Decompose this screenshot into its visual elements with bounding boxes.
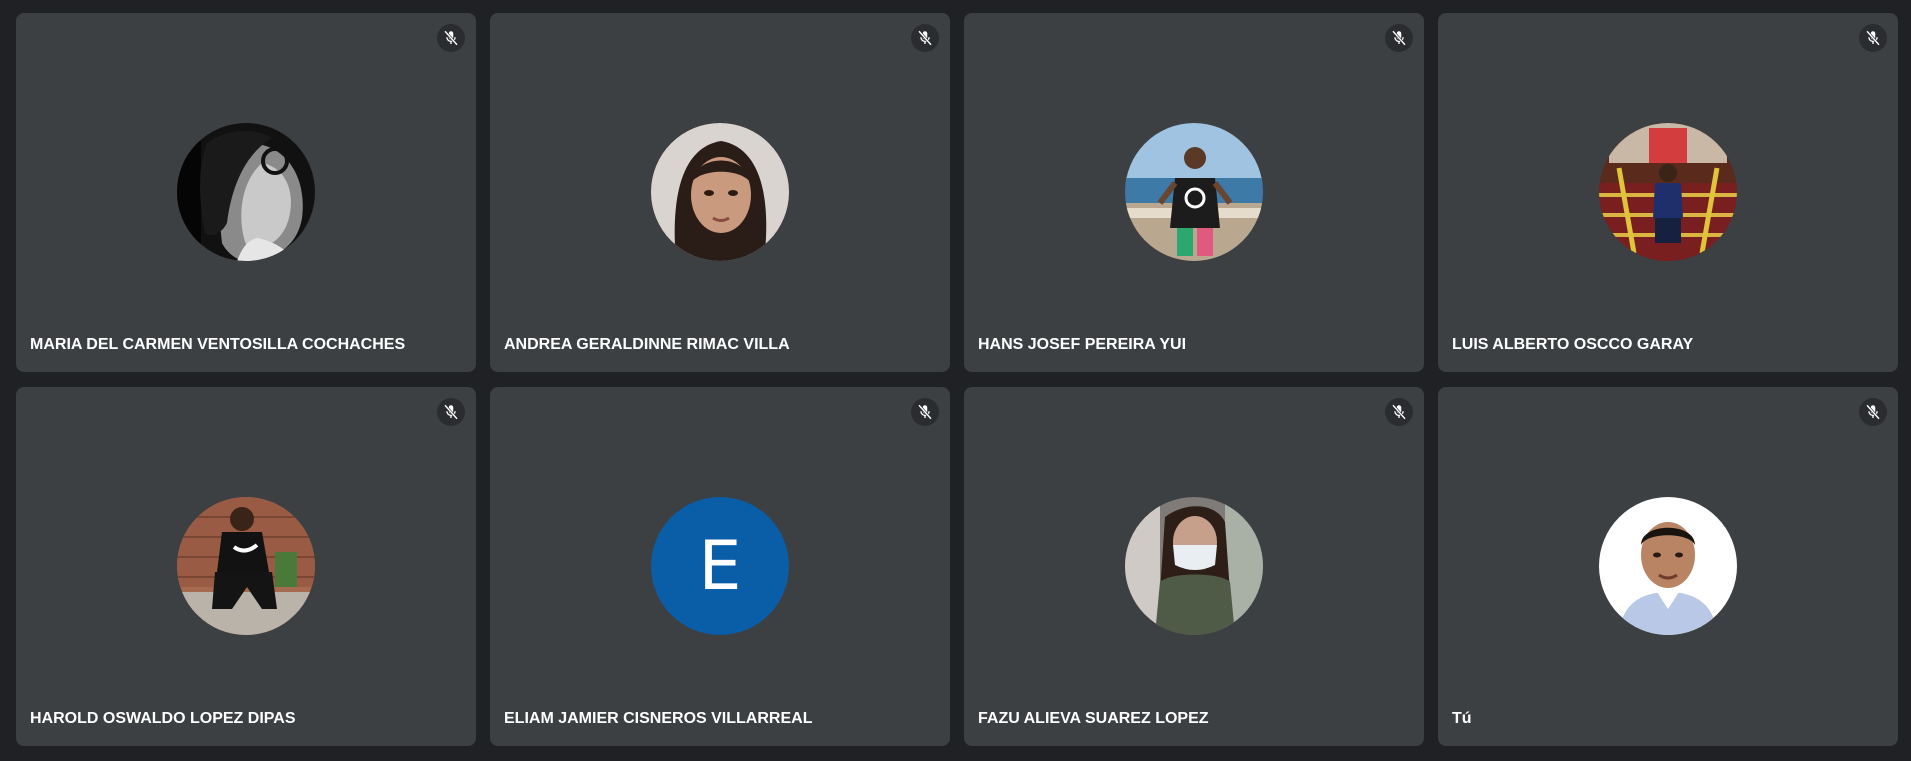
participant-tile[interactable]: HANS JOSEF PEREIRA YUI bbox=[964, 13, 1424, 372]
avatar bbox=[1599, 123, 1737, 261]
avatar bbox=[1125, 497, 1263, 635]
participant-name: ANDREA GERALDINNE RIMAC VILLA bbox=[504, 336, 790, 353]
avatar bbox=[177, 497, 315, 635]
avatar bbox=[651, 123, 789, 261]
participant-name: HANS JOSEF PEREIRA YUI bbox=[978, 336, 1187, 353]
mic-off-icon bbox=[437, 24, 465, 52]
participant-tile[interactable]: HAROLD OSWALDO LOPEZ DIPAS bbox=[16, 387, 476, 746]
participant-tile[interactable]: FAZU ALIEVA SUAREZ LOPEZ bbox=[964, 387, 1424, 746]
mic-off-icon bbox=[1385, 24, 1413, 52]
participant-name: HAROLD OSWALDO LOPEZ DIPAS bbox=[30, 710, 296, 727]
mic-off-icon bbox=[437, 398, 465, 426]
avatar bbox=[1599, 497, 1737, 635]
avatar bbox=[177, 123, 315, 261]
participant-tile[interactable]: LUIS ALBERTO OSCCO GARAY bbox=[1438, 13, 1898, 372]
avatar-initial: E bbox=[651, 497, 789, 635]
participant-name: MARIA DEL CARMEN VENTOSILLA COCHACHES bbox=[30, 336, 406, 353]
participant-grid: MARIA DEL CARMEN VENTOSILLA COCHACHES AN… bbox=[16, 13, 1899, 747]
participant-name: LUIS ALBERTO OSCCO GARAY bbox=[1452, 336, 1694, 353]
mic-off-icon bbox=[911, 24, 939, 52]
participant-name: Tú bbox=[1452, 710, 1472, 727]
participant-tile[interactable]: E ELIAM JAMIER CISNEROS VILLARREAL bbox=[490, 387, 950, 746]
participant-tile-self[interactable]: Tú bbox=[1438, 387, 1898, 746]
mic-off-icon bbox=[1859, 398, 1887, 426]
mic-off-icon bbox=[1385, 398, 1413, 426]
avatar bbox=[1125, 123, 1263, 261]
participant-name: ELIAM JAMIER CISNEROS VILLARREAL bbox=[504, 710, 813, 727]
participant-tile[interactable]: MARIA DEL CARMEN VENTOSILLA COCHACHES bbox=[16, 13, 476, 372]
mic-off-icon bbox=[1859, 24, 1887, 52]
participant-name: FAZU ALIEVA SUAREZ LOPEZ bbox=[978, 710, 1209, 727]
participant-tile[interactable]: ANDREA GERALDINNE RIMAC VILLA bbox=[490, 13, 950, 372]
mic-off-icon bbox=[911, 398, 939, 426]
